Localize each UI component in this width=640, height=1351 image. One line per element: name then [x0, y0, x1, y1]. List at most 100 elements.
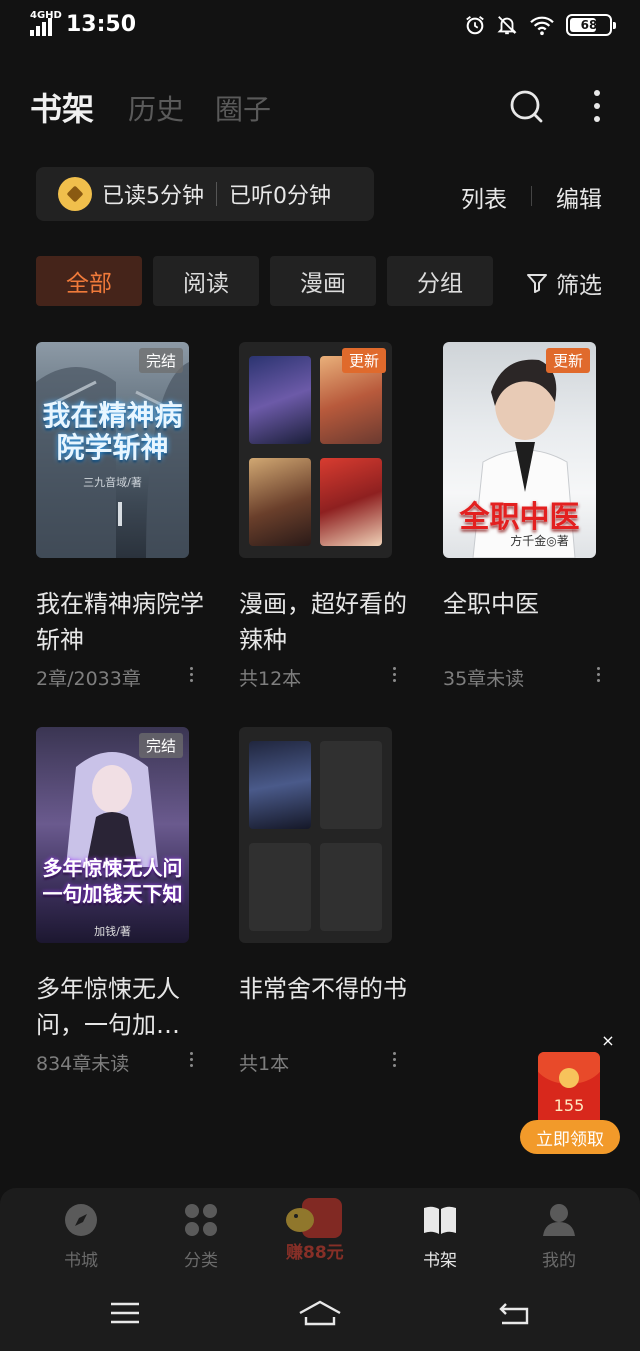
- read-time: 已读5分钟: [102, 184, 204, 209]
- book-cover[interactable]: 全职中医 方千金◎著 更新: [443, 342, 596, 558]
- more-button[interactable]: [577, 86, 617, 126]
- cover-author: 三九音域/著: [83, 476, 142, 489]
- listen-time: 已听0分钟: [229, 184, 331, 209]
- user-icon: [543, 1204, 575, 1236]
- filter-comics[interactable]: 漫画: [270, 256, 376, 306]
- book-title[interactable]: 多年惊悚无人问，一句加…: [36, 971, 206, 1043]
- home-button[interactable]: [298, 1295, 342, 1331]
- system-navigation: [0, 1281, 640, 1351]
- filter-label: 筛选: [556, 273, 602, 299]
- cover-title: 我在精神病院学斩神: [42, 399, 183, 464]
- cover-title: 多年惊悚无人问 一句加钱天下知: [42, 856, 183, 906]
- menu-button[interactable]: [103, 1295, 147, 1331]
- book-more-icon[interactable]: [389, 664, 399, 684]
- tab-history[interactable]: 历史: [128, 88, 184, 128]
- empty-slot: [320, 843, 382, 931]
- header: 书架 历史 圈子: [0, 80, 640, 142]
- red-packet-amount: 155: [553, 1096, 585, 1115]
- compass-icon: [65, 1204, 97, 1236]
- book-title[interactable]: 非常舍不得的书: [239, 971, 409, 1007]
- book-title[interactable]: 漫画，超好看的辣种: [239, 586, 409, 658]
- cover-title: 全职中医: [459, 500, 580, 535]
- group-cover[interactable]: [239, 727, 392, 943]
- filter-all[interactable]: 全部: [36, 256, 142, 306]
- mini-cover: [249, 356, 311, 444]
- nav-label: 分类: [184, 1251, 218, 1271]
- nav-category[interactable]: 分类: [161, 1202, 241, 1272]
- filter-groups[interactable]: 分组: [387, 256, 493, 306]
- network-signal-icon: 4GHD: [30, 10, 62, 36]
- back-button[interactable]: [492, 1295, 536, 1331]
- mini-cover: [249, 741, 311, 829]
- status-badge: 完结: [138, 733, 183, 758]
- search-icon: [510, 90, 543, 123]
- filter-icon: [527, 274, 547, 293]
- book-more-icon[interactable]: [186, 664, 196, 684]
- coin-icon: [58, 177, 92, 211]
- home-icon: [299, 1300, 341, 1326]
- book-progress: 2章/2033章: [36, 668, 141, 690]
- back-icon: [499, 1303, 529, 1325]
- cover-author: 方千金◎著: [510, 534, 569, 548]
- empty-slot: [320, 741, 382, 829]
- more-vertical-icon: [594, 90, 600, 122]
- book-title[interactable]: 全职中医: [443, 586, 613, 622]
- edit-button[interactable]: 编辑: [556, 180, 602, 214]
- cover-art: [66, 752, 158, 867]
- status-badge: 更新: [341, 348, 386, 373]
- status-bar: 4GHD 13:50 68: [0, 0, 640, 52]
- status-badge: 完结: [138, 348, 183, 373]
- book-cover[interactable]: 多年惊悚无人问 一句加钱天下知 加钱/著 完结: [36, 727, 189, 943]
- status-time: 13:50: [66, 12, 137, 37]
- filter-reading[interactable]: 阅读: [153, 256, 259, 306]
- claim-now-button[interactable]: 立即领取: [520, 1120, 620, 1154]
- nav-label: 书城: [64, 1251, 98, 1271]
- promo-icon[interactable]: 赚88元: [280, 1194, 360, 1266]
- nav-bookstore[interactable]: 书城: [41, 1202, 121, 1272]
- filter-button[interactable]: 筛选: [526, 266, 602, 300]
- mini-cover: [320, 458, 382, 546]
- book-group-card[interactable]: 非常舍不得的书 共1本: [239, 727, 407, 1077]
- book-icon: [424, 1206, 456, 1234]
- book-card[interactable]: 多年惊悚无人问 一句加钱天下知 加钱/著 完结 多年惊悚无人问，一句加… 834…: [36, 727, 196, 1077]
- group-cover[interactable]: 更新: [239, 342, 392, 558]
- nav-profile[interactable]: 我的: [519, 1202, 599, 1272]
- book-card[interactable]: 全职中医 方千金◎著 更新 全职中医 35章未读: [443, 342, 603, 692]
- red-packet-widget[interactable]: × 155 立即领取: [518, 1030, 622, 1160]
- promo-graphic: [286, 1198, 342, 1238]
- book-more-icon[interactable]: [389, 1049, 399, 1069]
- cover-author: 加钱/著: [94, 925, 131, 938]
- empty-slot: [249, 843, 311, 931]
- nav-label: 书架: [423, 1251, 457, 1271]
- book-progress: 35章未读: [443, 668, 525, 690]
- search-button[interactable]: [506, 86, 546, 126]
- book-title[interactable]: 我在精神病院学斩神: [36, 586, 206, 658]
- alarm-icon: [466, 16, 484, 35]
- wifi-icon: [530, 16, 554, 36]
- category-icon: [185, 1204, 217, 1236]
- tab-circle[interactable]: 圈子: [215, 88, 271, 128]
- battery-icon: 68: [566, 14, 616, 36]
- nav-bookshelf[interactable]: 书架: [400, 1202, 480, 1272]
- divider: [531, 186, 532, 206]
- battery-level: 68: [580, 18, 598, 32]
- tab-bookshelf[interactable]: 书架: [30, 84, 94, 130]
- divider: [216, 182, 217, 206]
- promo-label: 赚88元: [286, 1243, 344, 1263]
- reading-stats[interactable]: 已读5分钟 已听0分钟: [36, 167, 374, 221]
- status-badge: 更新: [545, 348, 590, 373]
- book-more-icon[interactable]: [593, 664, 603, 684]
- mini-cover: [249, 458, 311, 546]
- list-view-button[interactable]: 列表: [461, 180, 507, 214]
- close-icon[interactable]: ×: [598, 1030, 618, 1050]
- book-more-icon[interactable]: [186, 1049, 196, 1069]
- book-card[interactable]: 我在精神病院学斩神 三九音域/著 完结 我在精神病院学斩神 2章/2033章: [36, 342, 204, 692]
- menu-icon: [111, 1302, 139, 1324]
- mute-bell-icon: [497, 16, 517, 35]
- book-count: 共12本: [239, 668, 302, 690]
- book-count: 共1本: [239, 1053, 290, 1075]
- book-group-card[interactable]: 更新 漫画，超好看的辣种 共12本: [239, 342, 407, 692]
- bottom-navigation: 书城 分类 赚88元 书架 我的: [0, 1188, 640, 1281]
- nav-label: 我的: [542, 1251, 576, 1271]
- book-cover[interactable]: 我在精神病院学斩神 三九音域/著 完结: [36, 342, 189, 558]
